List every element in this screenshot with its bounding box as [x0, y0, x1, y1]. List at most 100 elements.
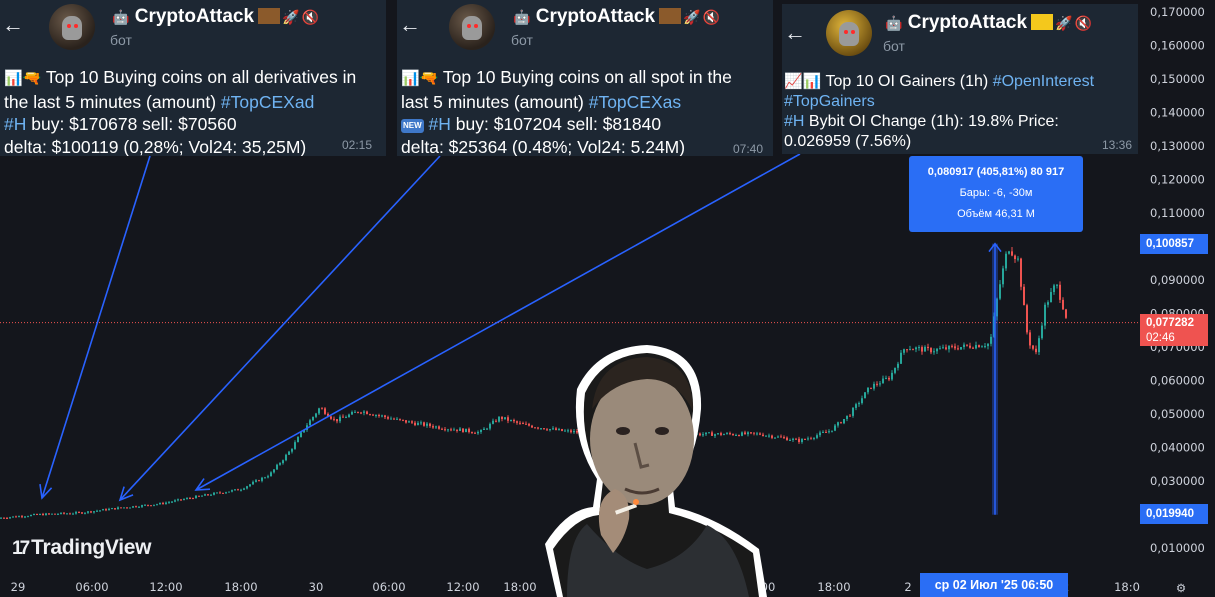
candle-body: [450, 429, 452, 431]
candle-body: [312, 416, 314, 421]
candle-body: [483, 428, 485, 430]
candle-body: [795, 438, 797, 440]
candle-body: [831, 430, 833, 432]
candle-body: [975, 345, 977, 349]
candle-body: [1011, 251, 1013, 256]
candle-body: [453, 429, 455, 431]
settings-gear-icon: ⚙: [1176, 581, 1186, 595]
candle-body: [780, 436, 782, 438]
y-tick-label: 0,040000: [1150, 441, 1205, 455]
candle-body: [474, 432, 476, 434]
hashtag-link[interactable]: #TopCEXad: [221, 92, 314, 112]
candle-body: [69, 513, 71, 515]
candle-body: [36, 514, 38, 516]
robot-icon: 🤖: [513, 9, 531, 25]
bot-avatar: [826, 10, 872, 56]
candle-body: [240, 489, 242, 491]
candle-body: [117, 507, 119, 510]
candle-body: [807, 438, 809, 440]
candle-body: [441, 428, 443, 430]
bot-avatar: [49, 4, 95, 50]
hashtag-link[interactable]: #H: [784, 113, 804, 130]
annotation-arrow: [41, 155, 151, 499]
low-price-tag: 0,019940: [1140, 504, 1208, 524]
candle-body: [111, 508, 113, 510]
hashtag-link[interactable]: #H: [429, 114, 451, 134]
candle-body: [27, 516, 29, 518]
candle-body: [162, 502, 164, 504]
candle-body: [81, 512, 83, 514]
muted-icon: 🔇: [1074, 15, 1092, 31]
candle-body: [462, 428, 464, 433]
message-text: 📊🔫 Top 10 Buying coins on all derivative…: [4, 67, 357, 156]
candle-body: [768, 435, 770, 437]
back-arrow-icon[interactable]: ←: [399, 14, 421, 36]
hashtag-link[interactable]: #TopGainers: [784, 93, 875, 110]
candle-body: [276, 464, 278, 470]
back-arrow-icon[interactable]: ←: [784, 22, 806, 44]
candle-body: [1047, 302, 1049, 305]
candle-body: [267, 476, 269, 478]
candle-body: [891, 372, 893, 380]
countdown-timer: 02:46: [1146, 332, 1175, 344]
candle-body: [3, 517, 5, 519]
telegram-card-1: ← 🤖 CryptoAttack 🚀 🔇 бот 📊🔫 Top 10 Buying …: [0, 0, 386, 156]
candle-body: [393, 418, 395, 420]
candle-body: [1065, 309, 1067, 318]
y-tick-label: 0,050000: [1150, 407, 1205, 421]
y-tick-label: 0,010000: [1150, 541, 1205, 555]
muted-icon: 🔇: [301, 9, 319, 25]
candle-body: [75, 512, 77, 514]
candle-body: [843, 418, 845, 424]
candle-body: [348, 414, 350, 418]
candle-body: [855, 404, 857, 408]
candle-body: [774, 437, 776, 439]
candle-body: [72, 513, 74, 515]
candle-body: [390, 418, 392, 420]
candle-body: [798, 438, 800, 443]
candle-body: [282, 460, 284, 464]
candle-body: [801, 438, 803, 443]
candle-body: [234, 489, 236, 491]
candle-body: [345, 417, 347, 419]
hashtag-link[interactable]: #TopCEXas: [589, 92, 681, 112]
x-tick-label: 30: [309, 580, 324, 594]
x-tick-label: 18:0: [1114, 580, 1140, 594]
candle-body: [813, 437, 815, 439]
candle-body: [174, 500, 176, 502]
candle-body: [915, 347, 917, 350]
message-time: 07:40: [733, 142, 764, 156]
chart-up-icon: 📈📊: [784, 73, 822, 90]
candle-body: [1041, 325, 1043, 339]
candle-body: [1014, 255, 1016, 260]
candle-body: [942, 347, 944, 349]
candle-body: [138, 506, 140, 508]
candle-body: [960, 346, 962, 350]
bot-name: CryptoAttack: [535, 6, 656, 27]
bot-subtitle: бот: [883, 38, 905, 54]
candle-body: [918, 347, 920, 349]
candle-body: [21, 516, 23, 518]
candle-body: [315, 413, 317, 417]
candle-body: [1020, 258, 1022, 287]
candle-body: [204, 494, 206, 496]
candle-body: [261, 477, 263, 481]
hashtag-link[interactable]: #H: [4, 114, 26, 134]
bot-avatar: [449, 4, 495, 50]
candle-body: [456, 429, 458, 431]
candle-body: [54, 513, 56, 515]
hashtag-link[interactable]: #OpenInterest: [993, 73, 1094, 90]
candle-body: [870, 387, 872, 389]
candle-body: [861, 398, 863, 404]
candle-body: [153, 504, 155, 506]
candle-body: [999, 284, 1001, 299]
candle-body: [1017, 258, 1019, 260]
candle-body: [45, 513, 47, 516]
candle-body: [120, 507, 122, 509]
candle-body: [366, 411, 368, 415]
candle-body: [156, 504, 158, 506]
candle-body: [279, 463, 281, 465]
back-arrow-icon[interactable]: ←: [2, 14, 24, 36]
candle-body: [408, 421, 410, 423]
candle-body: [417, 422, 419, 426]
